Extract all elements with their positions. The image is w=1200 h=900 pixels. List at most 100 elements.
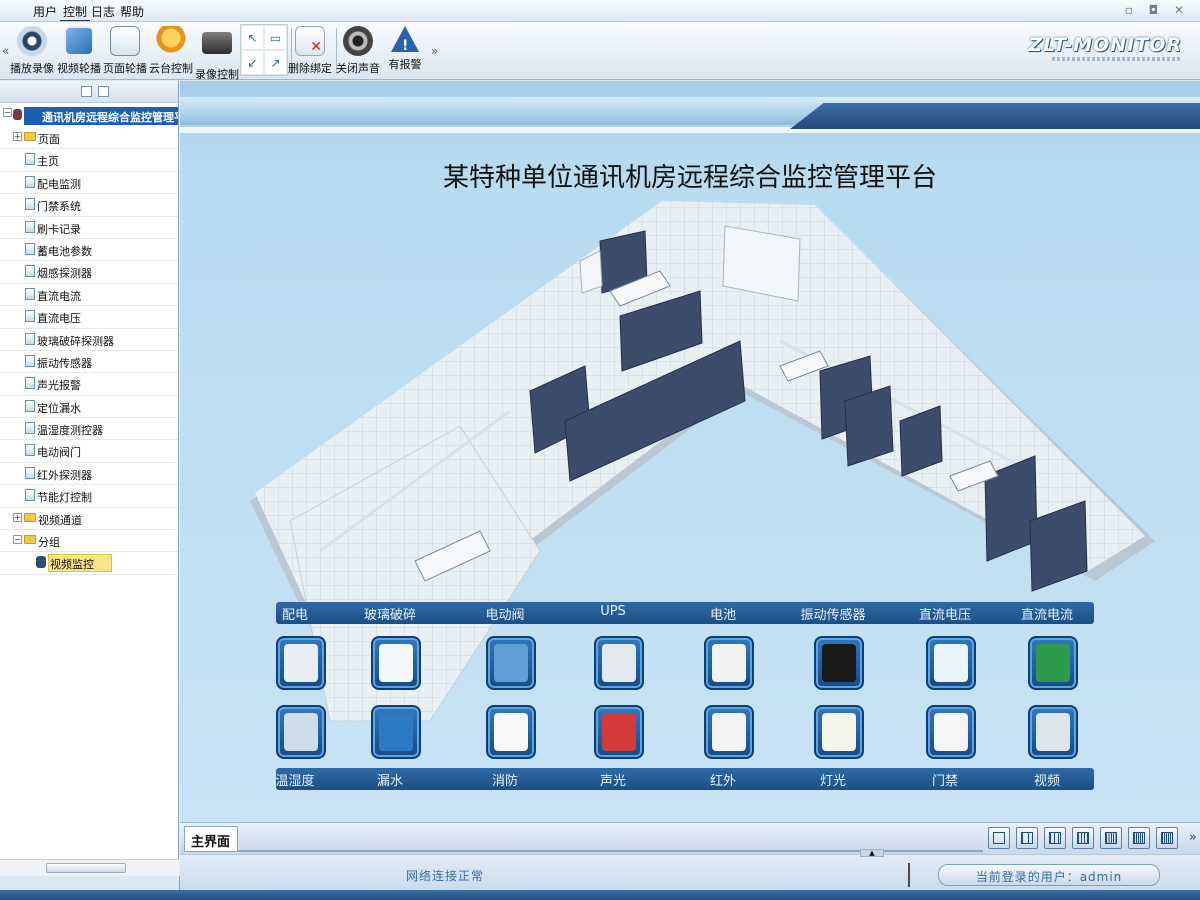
more-layouts-arrow[interactable]: »: [1189, 830, 1197, 845]
tree-page-item[interactable]: 直流电压: [0, 306, 178, 329]
film-reel-icon: [17, 26, 47, 56]
play-recording-button[interactable]: 播放录像: [5, 24, 59, 78]
video-carousel-icon: [64, 26, 94, 56]
device-tile-bottom[interactable]: [704, 705, 754, 759]
mute-sound-button[interactable]: 关闭声音: [331, 24, 385, 78]
layout-grid-glyph: [1133, 832, 1145, 844]
layout-1x1-icon[interactable]: [988, 827, 1010, 849]
tree-folder-group[interactable]: − 分组: [0, 530, 178, 553]
collapse-icon[interactable]: −: [13, 535, 22, 545]
tree-folder-video[interactable]: + 视频通道: [0, 508, 178, 531]
layout-5x5-icon[interactable]: [1100, 827, 1122, 849]
expand-icon[interactable]: +: [13, 132, 22, 141]
device-tile-top[interactable]: [1028, 636, 1078, 690]
tree-page-item[interactable]: 声光报警: [0, 373, 178, 396]
recording-control-button[interactable]: 录像控制: [190, 24, 244, 81]
tree-folder-label: 页面: [38, 133, 60, 146]
tree-expand-all-icon[interactable]: [81, 86, 92, 97]
split-bl-icon[interactable]: ↙: [241, 50, 264, 75]
tree-page-item[interactable]: 红外探测器: [0, 463, 178, 486]
tree-page-label: 直流电流: [37, 289, 81, 303]
device-tile-top[interactable]: [486, 636, 536, 690]
device-icon: [1036, 644, 1070, 682]
play-recording-label: 播放录像: [10, 62, 54, 75]
tab-main-interface[interactable]: 主界面: [184, 826, 238, 852]
tree-item-video-monitor[interactable]: 视频监控: [0, 552, 178, 575]
device-tile-top[interactable]: [926, 636, 976, 690]
window-controls[interactable]: ▫ ◘ ✕: [1125, 3, 1190, 17]
collapse-icon[interactable]: −: [3, 108, 12, 117]
menu-user[interactable]: 用户: [30, 3, 60, 20]
ptz-control-icon: [156, 26, 186, 56]
brand-logo-underline: [1052, 57, 1182, 61]
device-tile-bottom[interactable]: [1028, 705, 1078, 759]
tree-page-item[interactable]: 烟感探测器: [0, 261, 178, 284]
device-tile-top[interactable]: [371, 636, 421, 690]
device-tile-bottom[interactable]: [814, 705, 864, 759]
toolbar-expand-arrow[interactable]: »: [431, 44, 438, 58]
recording-control-label: 录像控制: [195, 68, 239, 81]
device-category-label: 电池: [709, 608, 736, 623]
status-separator: [908, 863, 910, 887]
panel-splitter-grip[interactable]: ▲: [860, 849, 884, 857]
tree-root-node[interactable]: − 通讯机房远程综合监控管理平台: [0, 103, 178, 127]
window-split-grid: ↖ ▭ ↙ ↗: [240, 24, 288, 76]
tree-page-label: 蓄电池参数: [37, 244, 92, 258]
tree-page-item[interactable]: 定位漏水: [0, 396, 178, 419]
tree-page-item[interactable]: 配电监测: [0, 172, 178, 195]
device-tile-bottom[interactable]: [926, 705, 976, 759]
layout-2x2-icon[interactable]: [1016, 827, 1038, 849]
tree-page-item[interactable]: 振动传感器: [0, 351, 178, 374]
layout-6x6-icon[interactable]: [1128, 827, 1150, 849]
tree-page-item[interactable]: 蓄电池参数: [0, 239, 178, 262]
device-category-label: 漏水: [376, 774, 403, 789]
device-tile-bottom[interactable]: [594, 705, 644, 759]
split-tl-icon[interactable]: ↖: [241, 25, 264, 50]
device-tile-top[interactable]: [814, 636, 864, 690]
tree-collapse-all-icon[interactable]: [98, 86, 109, 97]
menu-help[interactable]: 帮助: [117, 3, 147, 20]
tree-page-item[interactable]: 直流电流: [0, 284, 178, 307]
device-tile-bottom[interactable]: [371, 705, 421, 759]
device-tile-top[interactable]: [594, 636, 644, 690]
device-icon: [379, 644, 413, 682]
menu-control[interactable]: 控制: [60, 3, 91, 21]
tree-page-item[interactable]: 温湿度测控器: [0, 418, 178, 441]
device-tile-bottom[interactable]: [486, 705, 536, 759]
device-icon: [284, 713, 318, 751]
tree-page-item[interactable]: 玻璃破碎探测器: [0, 329, 178, 351]
toolbar: « 播放录像 视频轮播 页面轮播 云台控制 录像控制 ↖ ▭ ↙ ↗ 删除绑定 …: [0, 22, 1200, 81]
device-icon: [602, 644, 636, 682]
page-icon: [25, 444, 35, 457]
layout-grid-glyph: [1049, 832, 1061, 844]
device-category-label: 振动传感器: [800, 608, 866, 623]
tree-page-item[interactable]: 门禁系统: [0, 194, 178, 217]
device-icon: [602, 713, 636, 751]
layout-list-icon[interactable]: [1156, 827, 1178, 849]
page-icon: [25, 466, 35, 479]
tree-page-item[interactable]: 电动阀门: [0, 440, 178, 463]
tree-horizontal-scrollbar[interactable]: [0, 859, 179, 876]
tree-page-item[interactable]: 节能灯控制: [0, 485, 178, 508]
device-category-label: 视频: [1033, 774, 1060, 789]
device-icon: [1036, 713, 1070, 751]
menu-log[interactable]: 日志: [88, 3, 118, 20]
alarm-button[interactable]: ! 有报警: [378, 24, 432, 78]
device-tile-top[interactable]: [276, 636, 326, 690]
device-tile-top[interactable]: [704, 636, 754, 690]
tree-root-label: 通讯机房远程综合监控管理平台: [24, 107, 178, 125]
navigation-tree-panel: − 通讯机房远程综合监控管理平台 + 页面 主页配电监测门禁系统刷卡记录蓄电池参…: [0, 81, 179, 876]
tree-folder-pages[interactable]: + 页面: [0, 127, 178, 150]
current-user-badge: 当前登录的用户：admin: [938, 864, 1160, 886]
layout-4x4-icon[interactable]: [1072, 827, 1094, 849]
layout-3x3-icon[interactable]: [1044, 827, 1066, 849]
page-icon: [25, 399, 35, 412]
page-icon: [25, 354, 35, 367]
scrollbar-thumb[interactable]: [46, 863, 126, 873]
camera-icon: [36, 556, 46, 569]
expand-icon[interactable]: +: [13, 512, 22, 522]
tree-page-item[interactable]: 主页: [0, 149, 178, 172]
device-tile-bottom[interactable]: [276, 705, 326, 759]
tree-page-item[interactable]: 刷卡记录: [0, 217, 178, 239]
delete-binding-button[interactable]: 删除绑定: [283, 24, 337, 78]
